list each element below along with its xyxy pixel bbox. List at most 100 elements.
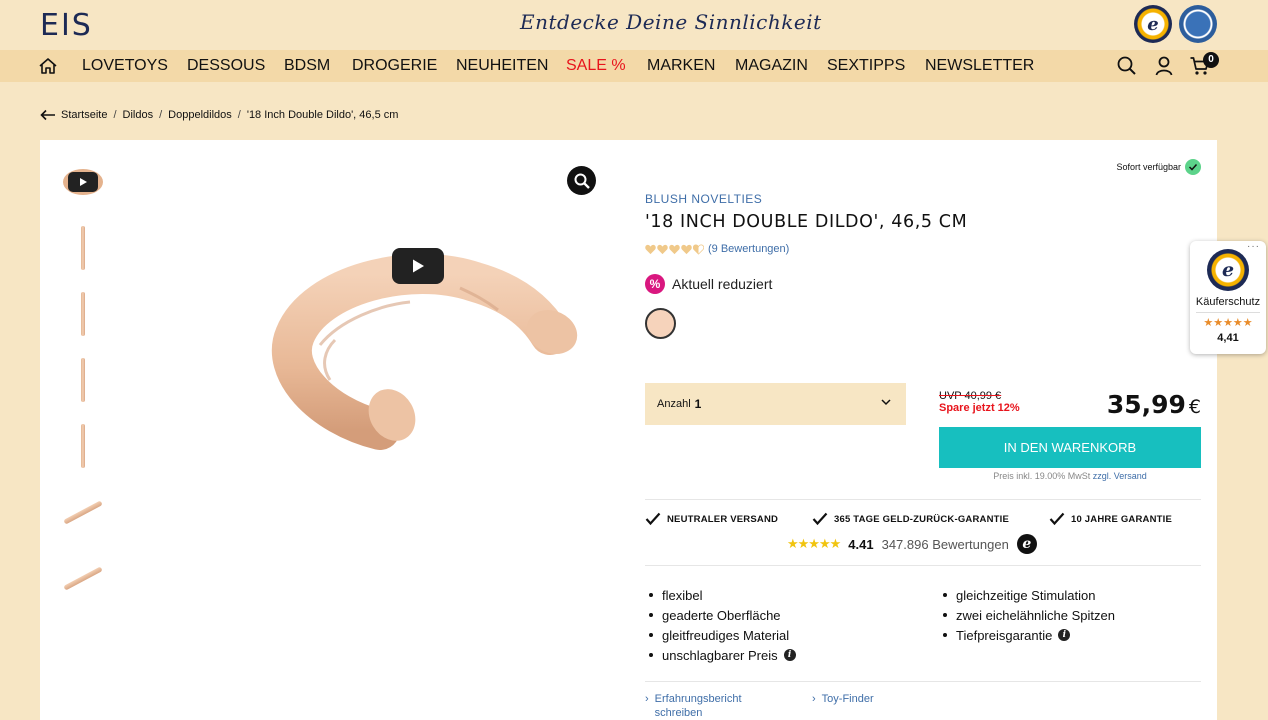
rating-hearts (645, 244, 704, 255)
heart-icon (669, 244, 680, 254)
nav-lovetoys[interactable]: LOVETOYS (82, 57, 168, 75)
nav-marken[interactable]: MARKEN (647, 57, 715, 75)
availability: Sofort verfügbar (1116, 159, 1201, 175)
thumbnail-image-2[interactable] (62, 292, 104, 336)
rating-score: 4.41 (848, 536, 874, 552)
nav-neuheiten[interactable]: NEUHEITEN (456, 57, 548, 75)
thumbnail-image-1[interactable] (62, 226, 104, 270)
account-icon[interactable] (1153, 55, 1175, 77)
info-icon[interactable]: i (783, 649, 796, 661)
shop-rating[interactable]: ★★★★★ 4.41 347.896 Bewertungen e (787, 534, 1037, 554)
trusted-shops-icon: e (1016, 534, 1037, 554)
link-text: Erfahrungsbericht schreiben (654, 693, 742, 719)
vat-text: Preis inkl. 19.00% MwSt (993, 471, 1091, 481)
check-icon (645, 512, 661, 526)
product-rating: (9 Bewertungen) (645, 243, 789, 255)
play-icon (413, 259, 424, 273)
vat-note: Preis inkl. 19.00% MwSt zzgl. Versand (939, 471, 1201, 481)
home-icon[interactable] (38, 56, 58, 76)
thumbnail-image-6[interactable] (62, 565, 104, 591)
product-card: Sofort verfügbar BLUSH NOVELTIES '18 INC… (40, 140, 1217, 720)
widget-stars: ★★★★★ (1203, 317, 1253, 329)
heart-icon (657, 244, 668, 254)
check-icon (1049, 512, 1065, 526)
nav-drogerie[interactable]: DROGERIE (352, 57, 437, 75)
widget-label: Käuferschutz (1195, 296, 1261, 308)
quantity-label: Anzahl (657, 398, 691, 410)
feature-item: zwei eichelähnliche Spitzen (943, 605, 1115, 625)
shipping-link[interactable]: Versand (1114, 471, 1147, 481)
product-title: '18 INCH DOUBLE DILDO', 46,5 CM (645, 212, 968, 232)
chevron-right-icon: › (645, 693, 649, 705)
nav-bdsm[interactable]: BDSM (284, 57, 330, 75)
half-heart-icon (693, 244, 704, 255)
reviews-link[interactable]: (9 Bewertungen) (708, 243, 789, 255)
thumbnail-image-4[interactable] (62, 424, 104, 468)
widget-score: 4,41 (1217, 332, 1239, 344)
divider (645, 499, 1201, 500)
zoom-button[interactable] (567, 166, 596, 195)
write-review-link[interactable]: › Erfahrungsbericht schreiben (645, 692, 742, 720)
link-text: Toy-Finder (821, 693, 874, 705)
breadcrumb: Startseite / Dildos / Doppeldildos / '18… (40, 109, 398, 121)
color-swatch[interactable] (645, 308, 676, 339)
brand-link[interactable]: BLUSH NOVELTIES (645, 192, 762, 206)
divider (645, 681, 1201, 682)
nav-dessous[interactable]: DESSOUS (187, 57, 265, 75)
checkmark-icon (1185, 159, 1201, 175)
quantity-select[interactable]: Anzahl 1 (645, 383, 906, 425)
chevron-down-icon (881, 399, 891, 406)
guarantee-label: NEUTRALER VERSAND (667, 513, 779, 525)
breadcrumb-separator: / (113, 109, 117, 121)
availability-label: Sofort verfügbar (1116, 162, 1181, 172)
video-play-button[interactable] (392, 248, 444, 284)
feature-list-left: flexibel geaderte Oberfläche gleitfreudi… (649, 585, 796, 665)
feature-item: flexibel (649, 585, 796, 605)
uvp-price: UVP 40,99 € (939, 390, 1002, 402)
chevron-right-icon: › (812, 693, 816, 705)
breadcrumb-separator: / (237, 109, 241, 121)
price-value: 35,99 (1106, 390, 1186, 419)
guarantee-label: 365 TAGE GELD-ZURÜCK-GARANTIE (834, 513, 1010, 525)
nav-sale[interactable]: SALE % (566, 57, 626, 75)
nav-newsletter[interactable]: NEWSLETTER (925, 57, 1034, 75)
feature-item: unschlagbarer Preis i (649, 645, 796, 665)
thumbnail-image-5[interactable] (62, 499, 104, 525)
magnifier-icon (574, 173, 590, 189)
rating-stars: ★★★★★ (787, 536, 841, 551)
currency: € (1188, 396, 1201, 418)
cart-count-badge: 0 (1203, 52, 1219, 68)
buyer-protection-widget[interactable]: ··· e Käuferschutz ★★★★★ 4,41 (1190, 241, 1266, 354)
toy-finder-link[interactable]: › Toy-Finder (812, 692, 874, 706)
play-icon (68, 172, 98, 192)
trusted-shops-seal[interactable]: e (1134, 5, 1172, 43)
back-arrow-icon[interactable] (40, 109, 56, 121)
site-logo[interactable]: EIS (40, 8, 93, 43)
shipping-prefix: zzgl. (1092, 471, 1112, 481)
info-icon[interactable]: i (1058, 629, 1071, 641)
feature-item: Tiefpreisgarantie i (943, 625, 1115, 645)
breadcrumb-dildos[interactable]: Dildos (123, 109, 154, 121)
breadcrumb-doppeldildos[interactable]: Doppeldildos (168, 109, 232, 121)
percent-icon: % (645, 274, 665, 294)
rating-count: 347.896 Bewertungen (881, 536, 1009, 552)
top-bar: EIS Entdecke Deine Sinnlichkeit e (0, 0, 1268, 50)
quantity-value: 1 (694, 397, 702, 411)
more-options-icon[interactable]: ··· (1247, 241, 1260, 252)
breadcrumb-startseite[interactable]: Startseite (61, 109, 107, 121)
savings-label: Spare jetzt 12% (939, 402, 1020, 414)
feature-item: gleichzeitige Stimulation (943, 585, 1115, 605)
nav-magazin[interactable]: MAGAZIN (735, 57, 808, 75)
add-to-cart-button[interactable]: IN DEN WARENKORB (939, 427, 1201, 468)
thumbnail-video[interactable] (62, 167, 104, 197)
search-icon[interactable] (1116, 55, 1138, 77)
nav-sextipps[interactable]: SEXTIPPS (827, 57, 905, 75)
trusted-shops-seal: e (1207, 249, 1249, 291)
feature-item: geaderte Oberfläche (649, 605, 796, 625)
seal-letter: e (1147, 13, 1159, 35)
thumbnail-image-3[interactable] (62, 358, 104, 402)
divider (1196, 312, 1260, 313)
reduced-label: Aktuell reduziert (672, 276, 773, 292)
guarantee-money-back: 365 TAGE GELD-ZURÜCK-GARANTIE (812, 512, 1009, 526)
quality-seal[interactable] (1179, 5, 1217, 43)
